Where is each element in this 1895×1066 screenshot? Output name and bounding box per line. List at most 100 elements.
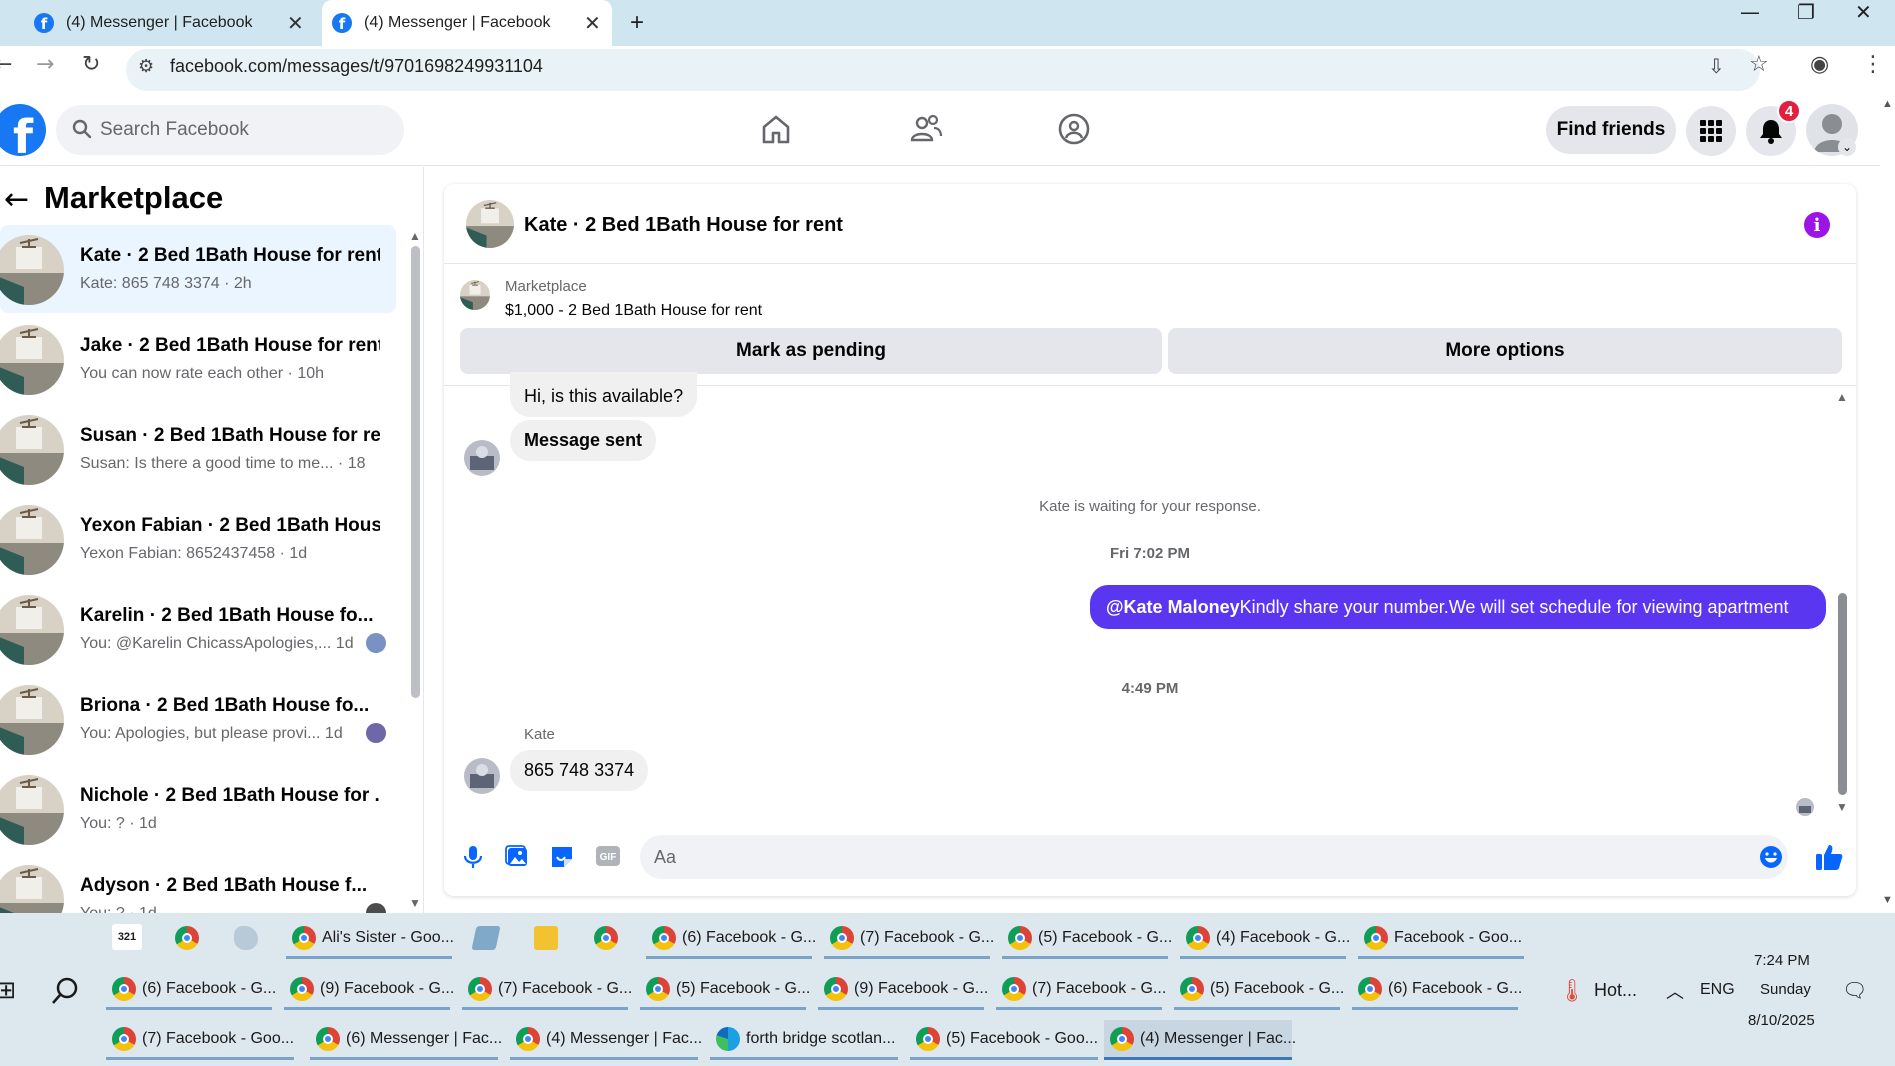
conversation-item[interactable]: Kate · 2 Bed 1Bath House for rent Kate: 8…: [0, 225, 396, 313]
url-text[interactable]: facebook.com/messages/t/9701698249931104: [170, 56, 543, 77]
close-tab-icon[interactable]: ✕: [584, 11, 601, 36]
page-scrollbar[interactable]: ▲ ▼: [1880, 94, 1895, 913]
timestamp: Fri 7:02 PM: [1109, 545, 1191, 562]
account-chevron-icon[interactable]: ⌄: [1838, 138, 1856, 156]
clock-time[interactable]: 7:24 PM: [1754, 952, 1810, 969]
taskbar-notepad[interactable]: [471, 918, 504, 958]
gif-icon[interactable]: GIF: [595, 845, 621, 867]
tray-overflow-chevron-icon[interactable]: ︿: [1666, 978, 1684, 1004]
taskbar-window-button[interactable]: (9) Facebook - G...: [284, 970, 454, 1010]
back-arrow-icon[interactable]: ←: [0, 52, 12, 77]
scroll-down-arrow-icon[interactable]: ▼: [1882, 894, 1893, 906]
taskbar-window-button[interactable]: (4) Facebook - G...: [1180, 919, 1350, 959]
taskbar-window-button[interactable]: (7) Facebook - G...: [824, 919, 994, 959]
minimize-button[interactable]: —: [1740, 0, 1760, 26]
close-tab-icon[interactable]: ✕: [287, 11, 304, 36]
photo-attach-icon[interactable]: [505, 845, 529, 869]
friends-icon[interactable]: [909, 112, 943, 146]
taskbar-window-title: (6) Facebook - G...: [682, 928, 817, 946]
install-app-icon[interactable]: ⇩: [1708, 54, 1725, 78]
taskbar-window-button[interactable]: (6) Facebook - G...: [646, 919, 816, 959]
language-indicator[interactable]: ENG: [1700, 981, 1735, 999]
room-photo-icon: [0, 505, 64, 575]
menu-button[interactable]: [1686, 106, 1736, 156]
taskbar-window-button[interactable]: (7) Facebook - Goo...: [106, 1020, 294, 1060]
taskbar-window-button[interactable]: (6) Facebook - G...: [106, 970, 276, 1010]
taskbar-window-button[interactable]: (4) Messenger | Fac...: [510, 1020, 702, 1060]
info-icon[interactable]: i: [1804, 212, 1830, 238]
message-bubble-received[interactable]: 865 748 3374: [510, 750, 649, 791]
taskbar-chrome[interactable]: [175, 918, 205, 958]
browser-tab-active[interactable]: f (4) Messenger | Facebook ✕: [322, 0, 612, 46]
taskbar-window-button[interactable]: (6) Messenger | Fac...: [310, 1020, 502, 1060]
message-bubble-received[interactable]: Hi, is this available?: [510, 372, 698, 417]
scroll-up-arrow-icon[interactable]: ▲: [409, 229, 421, 243]
close-window-button[interactable]: ✕: [1855, 0, 1872, 26]
kate-avatar[interactable]: [464, 440, 500, 476]
microphone-icon[interactable]: [462, 845, 484, 869]
back-arrow-icon[interactable]: ←: [4, 182, 29, 217]
message-bubble-received[interactable]: Message sent: [510, 420, 657, 461]
taskbar-paint[interactable]: [234, 918, 264, 958]
weather-text[interactable]: Hot...: [1594, 980, 1637, 1001]
reload-icon[interactable]: ↻: [82, 52, 100, 77]
taskbar-window-button[interactable]: (4) Messenger | Fac...: [1104, 1020, 1296, 1060]
browser-menu-icon[interactable]: ⋮: [1862, 52, 1884, 77]
scroll-up-arrow-icon[interactable]: ▲: [1836, 390, 1848, 404]
taskbar-window-button[interactable]: (7) Facebook - G...: [996, 970, 1166, 1010]
message-input[interactable]: Aa: [640, 835, 1788, 879]
message-bubble-sent[interactable]: @Kate MaloneyKindly share your number.We…: [1090, 585, 1826, 629]
maximize-button[interactable]: ❐: [1797, 0, 1815, 26]
chat-title[interactable]: Kate · 2 Bed 1Bath House for rent: [524, 214, 843, 237]
start-icon[interactable]: ⊞: [0, 976, 16, 1004]
clock-day[interactable]: Sunday: [1760, 981, 1811, 998]
clock-date[interactable]: 8/10/2025: [1748, 1012, 1815, 1029]
notification-center-icon[interactable]: 🗨: [1842, 978, 1867, 1003]
mention[interactable]: @Kate Maloney: [1106, 597, 1240, 617]
taskbar-window-button[interactable]: (6) Facebook - G...: [1352, 970, 1522, 1010]
find-friends-button[interactable]: Find friends: [1546, 106, 1676, 154]
taskbar-window-button[interactable]: (5) Facebook - G...: [1002, 919, 1172, 959]
emoji-icon[interactable]: [1759, 845, 1783, 869]
taskbar-window-button[interactable]: (5) Facebook - G...: [640, 970, 810, 1010]
conversation-item[interactable]: Briona · 2 Bed 1Bath House fo... You: Apo…: [0, 675, 396, 763]
kate-avatar[interactable]: [464, 758, 500, 794]
forward-arrow-icon[interactable]: →: [36, 52, 54, 77]
more-options-button[interactable]: More options: [1168, 328, 1842, 374]
scroll-down-arrow-icon[interactable]: ▼: [1836, 800, 1848, 814]
taskbar-file-explorer[interactable]: [534, 918, 564, 958]
scroll-up-arrow-icon[interactable]: ▲: [1882, 98, 1893, 110]
taskbar-chrome-profile[interactable]: [594, 918, 624, 958]
conversation-item[interactable]: Yexon Fabian · 2 Bed 1Bath Hous... Yexon …: [0, 495, 396, 583]
home-icon[interactable]: [759, 112, 793, 146]
new-tab-button[interactable]: +: [630, 0, 644, 46]
sticker-icon[interactable]: [550, 845, 574, 869]
thumbs-up-icon[interactable]: [1814, 842, 1844, 872]
profile-icon[interactable]: ◉: [1810, 52, 1829, 77]
conversation-name: Yexon Fabian · 2 Bed 1Bath Hous...: [80, 515, 380, 536]
conversation-item[interactable]: Nichole · 2 Bed 1Bath House for ... You: …: [0, 765, 396, 853]
mark-as-pending-button[interactable]: Mark as pending: [460, 328, 1162, 374]
taskbar-window-button[interactable]: (5) Facebook - G...: [1174, 970, 1344, 1010]
browser-tab[interactable]: f (4) Messenger | Facebook ✕: [34, 0, 306, 46]
conversation-item[interactable]: Karelin · 2 Bed 1Bath House fo... You: @K…: [0, 585, 396, 673]
taskbar-window-button[interactable]: Facebook - Goo...: [1358, 919, 1524, 959]
taskbar-window-button[interactable]: Ali's Sister - Goo...: [286, 919, 454, 959]
listing-avatar[interactable]: [466, 200, 514, 248]
conversation-item[interactable]: Susan · 2 Bed 1Bath House for re... Susan…: [0, 405, 396, 493]
waiting-notice: Kate is waiting for your response.: [1039, 498, 1261, 515]
taskbar-window-button[interactable]: (9) Facebook - G...: [818, 970, 988, 1010]
scroll-down-arrow-icon[interactable]: ▼: [409, 896, 421, 910]
bookmark-star-icon[interactable]: ☆: [1749, 52, 1769, 77]
site-settings-icon[interactable]: ⚙: [138, 56, 154, 77]
search-input[interactable]: Search Facebook: [56, 105, 404, 155]
chat-scrollbar[interactable]: [1838, 593, 1847, 795]
taskbar-calendar-app[interactable]: 321: [112, 924, 142, 950]
conversation-item[interactable]: Jake · 2 Bed 1Bath House for rent You can…: [0, 315, 396, 403]
taskbar-window-button[interactable]: (5) Facebook - Goo...: [910, 1020, 1098, 1060]
taskbar-window-button[interactable]: forth bridge scotlan...: [710, 1020, 898, 1060]
taskbar-window-button[interactable]: (7) Facebook - G...: [462, 970, 632, 1010]
sidebar-scrollbar[interactable]: [411, 246, 420, 698]
groups-icon[interactable]: [1057, 112, 1091, 146]
search-icon[interactable]: [50, 976, 80, 1006]
